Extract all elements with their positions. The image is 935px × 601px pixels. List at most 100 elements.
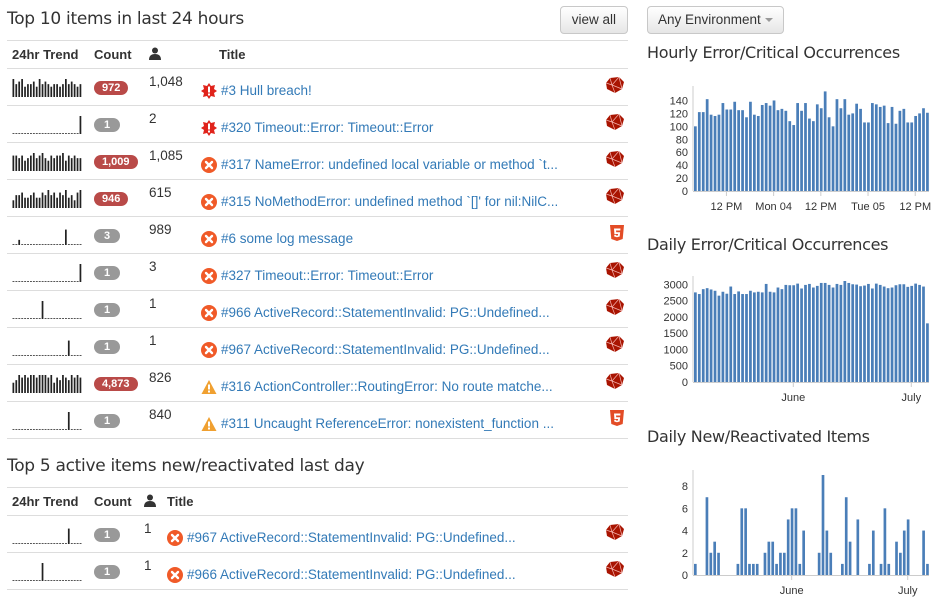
chart-bar[interactable] bbox=[821, 475, 825, 575]
chart-bar[interactable] bbox=[760, 104, 764, 191]
chart-bar[interactable] bbox=[772, 100, 776, 191]
chart-bar[interactable] bbox=[906, 286, 910, 382]
chart-bar[interactable] bbox=[741, 110, 744, 191]
table-row[interactable]: 1 1 #966 ActiveRecord::StatementInvalid: P… bbox=[7, 552, 628, 590]
chart-bar[interactable] bbox=[847, 282, 851, 382]
chart-bar[interactable] bbox=[829, 552, 833, 575]
chart-bar[interactable] bbox=[871, 103, 874, 191]
chart-bar[interactable] bbox=[906, 122, 910, 191]
item-title-link[interactable]: #311 Uncaught ReferenceError: nonexisten… bbox=[221, 416, 554, 431]
chart-bar[interactable] bbox=[863, 122, 866, 191]
item-title-link[interactable]: #966 ActiveRecord::StatementInvalid: PG:… bbox=[221, 305, 550, 320]
chart-bar[interactable] bbox=[926, 323, 929, 382]
chart-bar[interactable] bbox=[776, 110, 780, 191]
chart-bar[interactable] bbox=[879, 563, 883, 575]
chart-bar[interactable] bbox=[737, 291, 740, 382]
chart-bar[interactable] bbox=[878, 284, 882, 382]
chart-bar[interactable] bbox=[729, 109, 733, 191]
chart-bar[interactable] bbox=[844, 497, 848, 575]
chart-bar[interactable] bbox=[843, 99, 847, 191]
chart-bar[interactable] bbox=[763, 552, 767, 575]
chart-bar[interactable] bbox=[902, 530, 906, 575]
chart-bar[interactable] bbox=[848, 541, 852, 575]
chart-bar[interactable] bbox=[867, 283, 870, 382]
chart-bar[interactable] bbox=[886, 288, 890, 382]
chart-bar[interactable] bbox=[772, 292, 776, 382]
chart-bar[interactable] bbox=[694, 126, 697, 191]
chart-bar[interactable] bbox=[780, 289, 784, 382]
chart-bar[interactable] bbox=[886, 123, 890, 191]
chart-bar[interactable] bbox=[890, 287, 894, 382]
chart-bar[interactable] bbox=[856, 519, 860, 575]
chart-bar[interactable] bbox=[717, 552, 720, 575]
chart-bar[interactable] bbox=[835, 283, 839, 382]
chart-bar[interactable] bbox=[744, 508, 747, 575]
chart-bar[interactable] bbox=[839, 284, 843, 382]
col-count[interactable]: Count bbox=[89, 40, 144, 69]
item-title-link[interactable]: #315 NoMethodError: undefined method `[]… bbox=[221, 194, 558, 209]
chart-bar[interactable] bbox=[768, 291, 772, 382]
col-users[interactable] bbox=[144, 40, 196, 69]
chart-bar[interactable] bbox=[775, 563, 778, 575]
chart-bar[interactable] bbox=[790, 508, 794, 575]
chart-bar[interactable] bbox=[768, 105, 772, 191]
chart-bar[interactable] bbox=[753, 292, 756, 382]
chart-bar[interactable] bbox=[922, 530, 925, 575]
chart-bar[interactable] bbox=[808, 118, 811, 191]
chart-bar[interactable] bbox=[841, 563, 844, 575]
chart-bar[interactable] bbox=[737, 110, 740, 191]
table-row[interactable]: 1 1 #967 ActiveRecord::StatementInvalid: P… bbox=[7, 327, 628, 365]
chart-bar[interactable] bbox=[855, 103, 858, 191]
chart-bar[interactable] bbox=[914, 283, 917, 382]
chart-bar[interactable] bbox=[843, 281, 847, 382]
chart-bar[interactable] bbox=[788, 285, 792, 382]
chart-bar[interactable] bbox=[749, 101, 752, 191]
chart-bar[interactable] bbox=[697, 112, 701, 191]
chart-bar[interactable] bbox=[753, 114, 756, 191]
chart-bar[interactable] bbox=[808, 283, 811, 382]
chart-bar[interactable] bbox=[741, 294, 744, 382]
chart-bar[interactable] bbox=[882, 286, 886, 382]
chart-bar[interactable] bbox=[851, 284, 855, 382]
chart-bar[interactable] bbox=[767, 541, 771, 575]
item-title-link[interactable]: #320 Timeout::Error: Timeout::Error bbox=[221, 120, 433, 135]
chart-bar[interactable] bbox=[798, 563, 802, 575]
chart-bar[interactable] bbox=[827, 284, 831, 382]
chart-bar[interactable] bbox=[713, 290, 717, 382]
col-count[interactable]: Count bbox=[89, 487, 139, 516]
chart-bar[interactable] bbox=[697, 294, 701, 382]
chart-bar[interactable] bbox=[745, 117, 748, 191]
chart-bar[interactable] bbox=[796, 103, 799, 191]
chart-bar[interactable] bbox=[835, 99, 839, 191]
chart-bar[interactable] bbox=[713, 541, 717, 575]
chart-bar[interactable] bbox=[823, 282, 827, 382]
chart-bar[interactable] bbox=[926, 563, 929, 575]
chart-bar[interactable] bbox=[918, 284, 921, 382]
chart-bar[interactable] bbox=[867, 122, 870, 191]
chart-bar[interactable] bbox=[802, 530, 805, 575]
chart-bar[interactable] bbox=[887, 563, 891, 575]
chart-bar[interactable] bbox=[733, 101, 737, 191]
chart-bar[interactable] bbox=[749, 290, 752, 382]
chart-bar[interactable] bbox=[804, 103, 807, 191]
table-row[interactable]: 1 2 #320 Timeout::Error: Timeout::Error bbox=[7, 105, 628, 143]
col-title[interactable]: Title bbox=[196, 40, 598, 69]
table-row[interactable]: 3 989 #6 some log message bbox=[7, 216, 628, 254]
chart-bar[interactable] bbox=[812, 287, 815, 382]
chart-bar[interactable] bbox=[899, 552, 902, 575]
chart-bar[interactable] bbox=[782, 552, 786, 575]
chart-bar[interactable] bbox=[786, 519, 790, 575]
chart-bar[interactable] bbox=[780, 108, 784, 191]
item-title-link[interactable]: #966 ActiveRecord::StatementInvalid: PG:… bbox=[187, 567, 516, 582]
chart-bar[interactable] bbox=[819, 282, 823, 382]
chart-bar[interactable] bbox=[800, 288, 803, 382]
chart-bar[interactable] bbox=[831, 126, 835, 191]
chart-bar[interactable] bbox=[825, 530, 829, 575]
chart-bar[interactable] bbox=[752, 563, 755, 575]
chart-bar[interactable] bbox=[694, 292, 697, 382]
view-all-button[interactable]: view all bbox=[559, 6, 628, 34]
table-row[interactable]: 1 1 #966 ActiveRecord::StatementInvalid: P… bbox=[7, 290, 628, 328]
chart-bar[interactable] bbox=[819, 108, 823, 191]
table-row[interactable]: 1,009 1,085 #317 NameError: undefined loca… bbox=[7, 142, 628, 180]
chart-bar[interactable] bbox=[890, 106, 894, 191]
